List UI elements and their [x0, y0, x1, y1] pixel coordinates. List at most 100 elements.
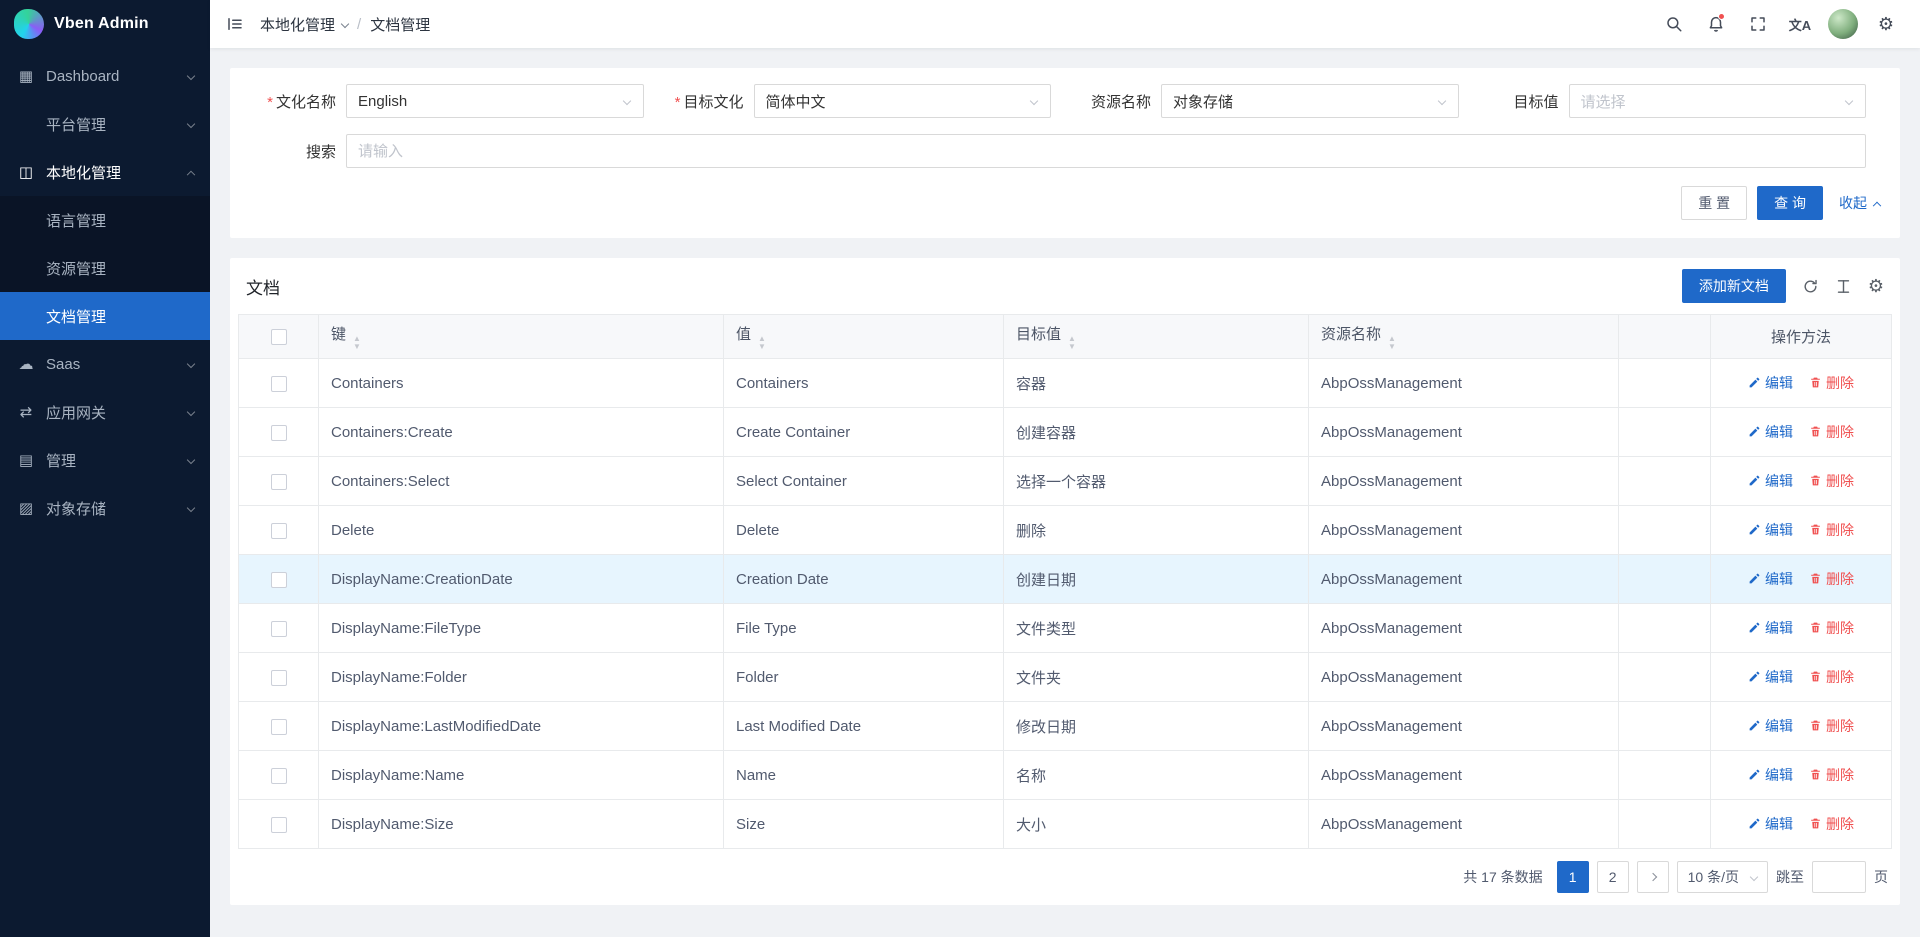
row-checkbox[interactable] [271, 376, 287, 392]
edit-link[interactable]: 编辑 [1748, 765, 1793, 785]
sort-icon: ▲▼ [1068, 335, 1076, 351]
row-checkbox-cell [239, 457, 319, 506]
cell-actions: 编辑删除 [1711, 653, 1892, 702]
row-checkbox[interactable] [271, 523, 287, 539]
delete-link[interactable]: 删除 [1809, 373, 1854, 393]
delete-icon [1809, 768, 1822, 781]
delete-link[interactable]: 删除 [1809, 716, 1854, 736]
sidebar-item-localization-management[interactable]: ◫本地化管理 [0, 148, 210, 196]
chevron-down-icon [1437, 97, 1445, 105]
edit-link[interactable]: 编辑 [1748, 569, 1793, 589]
redo-icon[interactable] [1802, 278, 1819, 295]
table-toolbar: 文档 添加新文档 ⚙ [238, 258, 1892, 314]
edit-link[interactable]: 编辑 [1748, 716, 1793, 736]
page-button-1[interactable]: 1 [1557, 861, 1589, 893]
column-header[interactable]: 目标值▲▼ [1004, 315, 1309, 359]
jump-page-input[interactable] [1812, 861, 1866, 893]
sidebar-item-app-gateway[interactable]: ⇄应用网关 [0, 388, 210, 436]
sort-icon: ▲▼ [353, 335, 361, 351]
delete-link[interactable]: 删除 [1809, 814, 1854, 834]
row-checkbox[interactable] [271, 670, 287, 686]
delete-link[interactable]: 删除 [1809, 422, 1854, 442]
edit-link[interactable]: 编辑 [1748, 520, 1793, 540]
cell-resource-name: AbpOssManagement [1309, 604, 1619, 653]
resource-name-select[interactable]: 对象存储 [1161, 84, 1459, 118]
column-settings-icon[interactable]: ⚙ [1868, 277, 1884, 295]
edit-link[interactable]: 编辑 [1748, 618, 1793, 638]
row-height-icon[interactable] [1835, 278, 1852, 295]
delete-link[interactable]: 删除 [1809, 569, 1854, 589]
sidebar-item-dashboard[interactable]: ▦Dashboard [0, 52, 210, 100]
cell-actions: 编辑删除 [1711, 751, 1892, 800]
sidebar-item-platform-management[interactable]: 平台管理 [0, 100, 210, 148]
culture-name-select[interactable]: English [346, 84, 644, 118]
logo[interactable]: Vben Admin [0, 0, 210, 48]
cell-target-value: 容器 [1004, 359, 1309, 408]
cell-empty [1619, 800, 1711, 849]
edit-link[interactable]: 编辑 [1748, 422, 1793, 442]
cell-key: DisplayName:CreationDate [319, 555, 724, 604]
filter-label: *文化名称 [250, 91, 346, 112]
edit-link[interactable]: 编辑 [1748, 373, 1793, 393]
collapse-filter-link[interactable]: 收起 [1839, 193, 1880, 213]
filter-grid: *文化名称English*目标文化简体中文资源名称对象存储目标值请选择搜索 [250, 84, 1880, 184]
column-header[interactable]: 值▲▼ [724, 315, 1004, 359]
translate-icon[interactable]: 文A [1782, 6, 1818, 42]
cell-empty [1619, 506, 1711, 555]
search-icon[interactable] [1656, 6, 1692, 42]
row-checkbox[interactable] [271, 719, 287, 735]
row-checkbox[interactable] [271, 817, 287, 833]
table-toolbar-actions: 添加新文档 ⚙ [1682, 269, 1884, 303]
filter-label: *目标文化 [658, 91, 754, 112]
sidebar-fold-icon[interactable] [226, 15, 244, 33]
column-header[interactable]: 资源名称▲▼ [1309, 315, 1619, 359]
cell-actions: 编辑删除 [1711, 702, 1892, 751]
sidebar-item-management[interactable]: ▤管理 [0, 436, 210, 484]
avatar[interactable] [1828, 9, 1858, 39]
page-size-select[interactable]: 10 条/页 [1677, 861, 1768, 893]
search-input[interactable] [346, 134, 1866, 168]
settings-gear-icon[interactable]: ⚙ [1868, 6, 1904, 42]
edit-link[interactable]: 编辑 [1748, 667, 1793, 687]
filter-label: 目标值 [1473, 91, 1569, 112]
delete-link[interactable]: 删除 [1809, 520, 1854, 540]
breadcrumb-parent[interactable]: 本地化管理 [260, 14, 348, 35]
edit-link[interactable]: 编辑 [1748, 471, 1793, 491]
delete-link[interactable]: 删除 [1809, 618, 1854, 638]
column-header[interactable]: 键▲▼ [319, 315, 724, 359]
target-value-select[interactable]: 请选择 [1569, 84, 1867, 118]
row-checkbox-cell [239, 506, 319, 555]
edit-icon [1748, 621, 1761, 634]
row-checkbox[interactable] [271, 572, 287, 588]
page-button-2[interactable]: 2 [1597, 861, 1629, 893]
row-checkbox[interactable] [271, 474, 287, 490]
sidebar-subitem-document-management[interactable]: 文档管理 [0, 292, 210, 340]
cell-value: Size [724, 800, 1004, 849]
next-page-button[interactable] [1637, 861, 1669, 893]
reset-button[interactable]: 重 置 [1681, 186, 1747, 220]
delete-link[interactable]: 删除 [1809, 471, 1854, 491]
table-row: DisplayName:NameName名称AbpOssManagement编辑… [239, 751, 1892, 800]
row-checkbox[interactable] [271, 425, 287, 441]
edit-link[interactable]: 编辑 [1748, 814, 1793, 834]
required-asterisk: * [675, 94, 681, 111]
sidebar-subitem-language-management[interactable]: 语言管理 [0, 196, 210, 244]
row-checkbox[interactable] [271, 621, 287, 637]
sort-icon: ▲▼ [1388, 335, 1396, 351]
sidebar-item-saas[interactable]: ☁Saas [0, 340, 210, 388]
sidebar-submenu: 语言管理资源管理文档管理 [0, 196, 210, 340]
query-button[interactable]: 查 询 [1757, 186, 1823, 220]
notification-bell-icon[interactable] [1698, 6, 1734, 42]
delete-link[interactable]: 删除 [1809, 667, 1854, 687]
breadcrumb-parent-label: 本地化管理 [260, 14, 335, 35]
add-document-button[interactable]: 添加新文档 [1682, 269, 1786, 303]
row-checkbox[interactable] [271, 768, 287, 784]
cell-empty [1619, 604, 1711, 653]
sidebar-item-label: 应用网关 [46, 402, 188, 423]
target-culture-select[interactable]: 简体中文 [754, 84, 1052, 118]
sidebar-subitem-resource-management[interactable]: 资源管理 [0, 244, 210, 292]
sidebar-item-object-storage[interactable]: ▨对象存储 [0, 484, 210, 532]
delete-link[interactable]: 删除 [1809, 765, 1854, 785]
fullscreen-icon[interactable] [1740, 6, 1776, 42]
select-all-checkbox[interactable] [271, 329, 287, 345]
